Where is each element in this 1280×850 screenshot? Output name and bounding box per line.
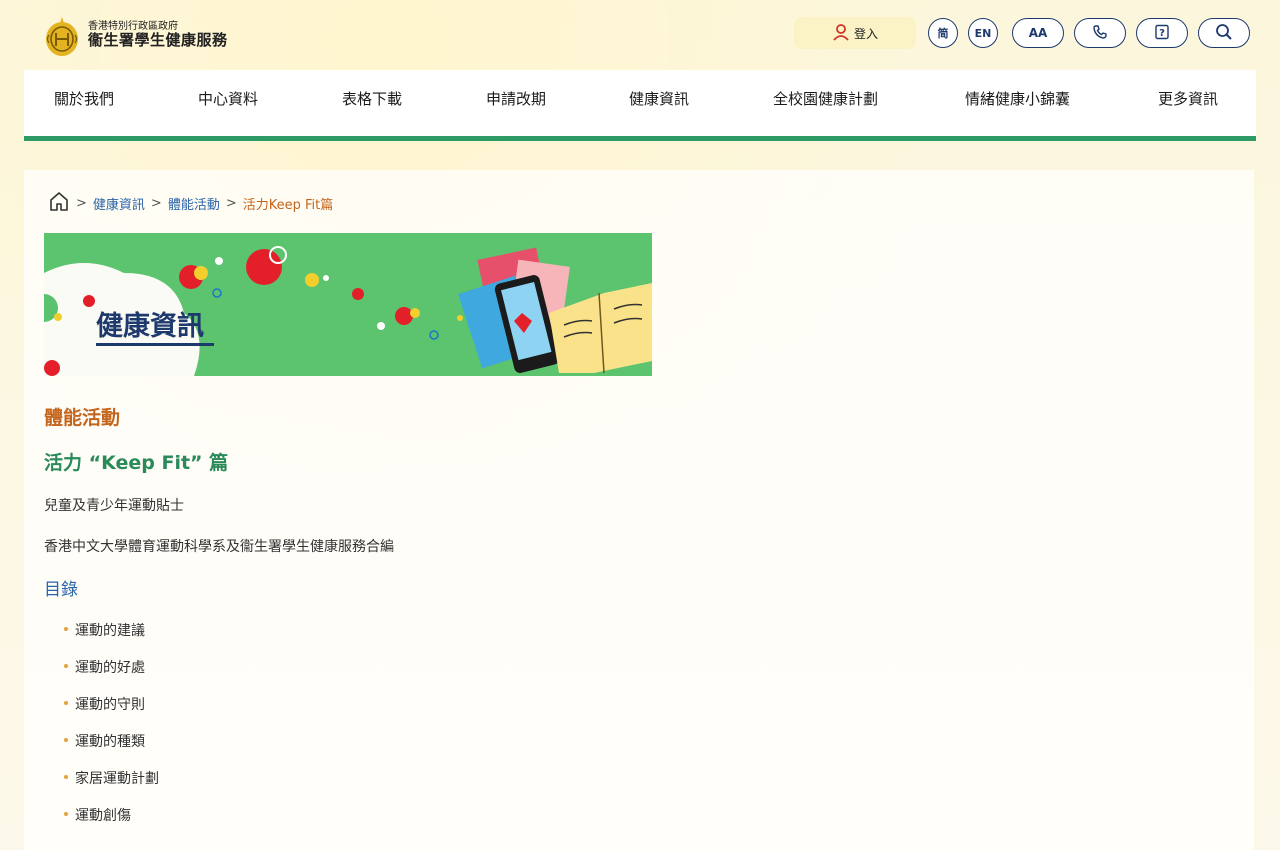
toc-item[interactable]: 運動的好處 <box>64 657 159 694</box>
breadcrumb: > 健康資訊 > 體能活動 > 活力Keep Fit篇 <box>48 190 333 216</box>
login-button[interactable]: 登入 <box>794 17 916 49</box>
bullet-icon <box>64 775 68 779</box>
lang-en-button[interactable]: EN <box>968 18 998 48</box>
phone-icon <box>1092 24 1108 43</box>
page-title: 活力 “Keep Fit” 篇 <box>44 452 229 474</box>
nav-item-whole-school[interactable]: 全校園健康計劃 <box>773 88 878 109</box>
home-icon[interactable] <box>48 190 70 216</box>
nav-item-more[interactable]: 更多資訊 <box>1158 88 1218 109</box>
breadcrumb-separator: > <box>150 195 162 211</box>
bullet-icon <box>64 664 68 668</box>
toc-item-label: 運動的建議 <box>75 623 145 639</box>
login-label: 登入 <box>853 26 878 41</box>
intro-text: 兒童及青少年運動貼士 <box>44 498 184 514</box>
section-title: 體能活動 <box>44 407 121 429</box>
toc-title: 目錄 <box>44 580 78 600</box>
main-nav: 關於我們 中心資料 表格下載 申請改期 健康資訊 全校園健康計劃 情緒健康小錦囊… <box>24 70 1256 141</box>
bullet-icon <box>64 627 68 631</box>
bullet-icon <box>64 701 68 705</box>
header-tools: 登入 简 EN AA ? <box>794 17 1250 49</box>
logo-dept-text: 衞生署學生健康服務 <box>88 31 228 50</box>
help-button[interactable]: ? <box>1136 18 1188 48</box>
toc-item-label: 運動創傷 <box>75 808 131 824</box>
toc-item[interactable]: 運動的種類 <box>64 731 159 768</box>
font-size-label: AA <box>1028 26 1048 40</box>
nav-item-emotional-health[interactable]: 情緒健康小錦囊 <box>965 88 1070 109</box>
svg-text:?: ? <box>1159 28 1165 39</box>
bullet-icon <box>64 812 68 816</box>
toc-item-label: 運動的守則 <box>75 697 145 713</box>
nav-item-health-info[interactable]: 健康資訊 <box>629 88 689 109</box>
toc-item[interactable]: 運動的建議 <box>64 620 159 657</box>
search-button[interactable] <box>1198 18 1250 48</box>
credit-text: 香港中文大學體育運動科學系及衞生署學生健康服務合編 <box>44 539 394 555</box>
help-icon: ? <box>1154 24 1170 43</box>
emblem-icon <box>44 13 80 57</box>
font-size-button[interactable]: AA <box>1012 18 1064 48</box>
nav-item-centres[interactable]: 中心資料 <box>198 88 258 109</box>
nav-item-reschedule[interactable]: 申請改期 <box>486 88 546 109</box>
user-icon <box>832 23 850 44</box>
toc-item[interactable]: 運動的守則 <box>64 694 159 731</box>
table-of-contents: 運動的建議 運動的好處 運動的守則 運動的種類 家居運動計劃 運動創傷 <box>64 620 159 842</box>
search-icon <box>1215 23 1233 44</box>
breadcrumb-physical-activity[interactable]: 體能活動 <box>168 194 220 213</box>
contact-button[interactable] <box>1074 18 1126 48</box>
toc-item[interactable]: 運動創傷 <box>64 805 159 842</box>
breadcrumb-separator: > <box>225 195 237 211</box>
toc-item-label: 運動的好處 <box>75 660 145 676</box>
nav-item-forms[interactable]: 表格下載 <box>342 88 402 109</box>
bullet-icon <box>64 738 68 742</box>
breadcrumb-health-info[interactable]: 健康資訊 <box>93 194 145 213</box>
breadcrumb-current: 活力Keep Fit篇 <box>242 197 334 213</box>
nav-item-about[interactable]: 關於我們 <box>54 88 114 109</box>
lang-sc-button[interactable]: 简 <box>928 18 958 48</box>
site-header: 香港特別行政區政府 衞生署學生健康服務 登入 简 EN AA ? <box>24 0 1256 70</box>
main-content: > 健康資訊 > 體能活動 > 活力Keep Fit篇 健康資訊 體能活動 活力… <box>24 170 1254 850</box>
toc-item[interactable]: 家居運動計劃 <box>64 768 159 805</box>
banner-underline <box>96 343 214 346</box>
site-logo[interactable]: 香港特別行政區政府 衞生署學生健康服務 <box>44 12 228 58</box>
banner-title: 健康資訊 <box>96 311 204 342</box>
health-info-banner: 健康資訊 <box>44 233 652 376</box>
toc-item-label: 運動的種類 <box>75 734 145 750</box>
toc-item-label: 家居運動計劃 <box>75 771 159 787</box>
breadcrumb-separator: > <box>76 195 87 211</box>
